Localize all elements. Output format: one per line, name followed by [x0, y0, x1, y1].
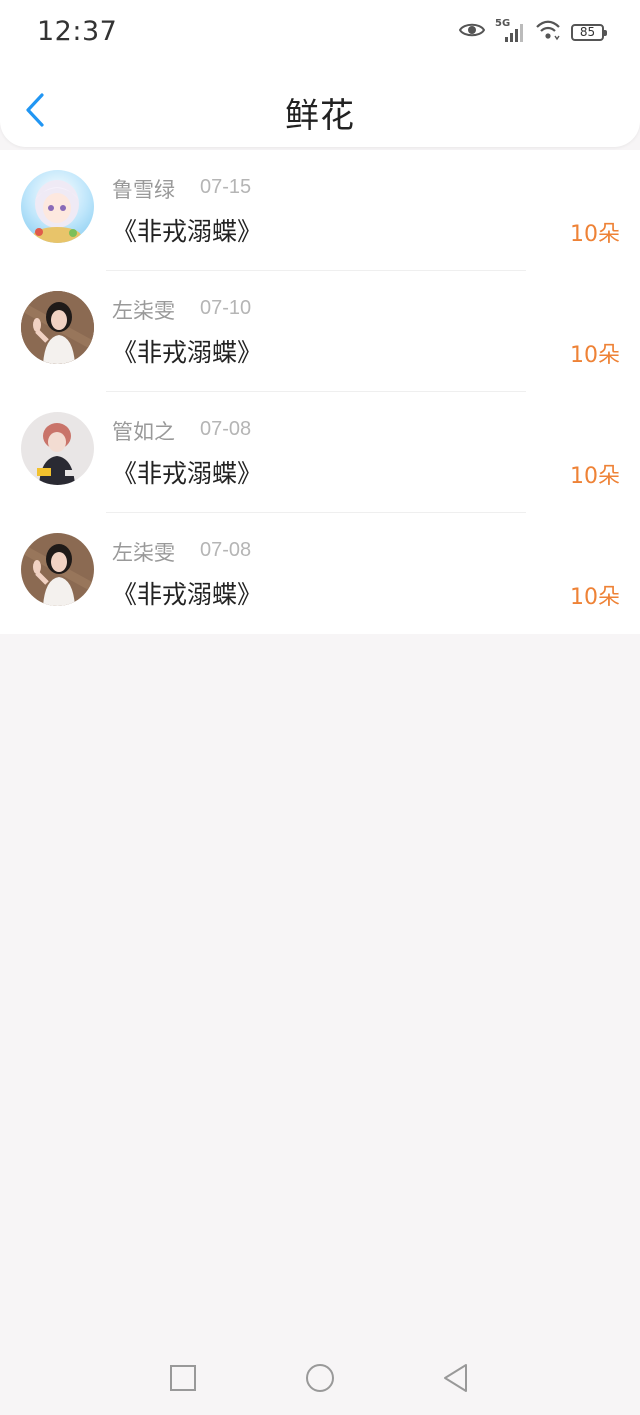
status-time: 12:37	[37, 16, 118, 47]
home-button[interactable]	[305, 1363, 335, 1397]
recents-square-icon	[169, 1364, 197, 1396]
send-date: 07-08	[200, 418, 252, 440]
flower-amount: 10朵	[570, 585, 620, 610]
flower-amount: 10朵	[570, 222, 620, 247]
signal-icon: 5G	[495, 18, 525, 44]
anime-girl-avatar[interactable]	[21, 170, 94, 243]
list-item[interactable]: 管如之 07-08 《非戎溺蝶》 10朵	[0, 392, 640, 513]
send-date: 07-15	[200, 176, 252, 198]
flower-amount: 10朵	[570, 343, 620, 368]
sender-name: 左柒雯	[112, 541, 175, 565]
send-date: 07-08	[200, 539, 252, 561]
status-icons: 5G 85	[458, 18, 607, 46]
book-title: 《非戎溺蝶》	[112, 580, 263, 609]
girl-photo-avatar[interactable]	[21, 533, 94, 606]
sender-name: 鲁雪绿	[112, 178, 175, 202]
list-item[interactable]: 左柒雯 07-08 《非戎溺蝶》 10朵	[0, 513, 640, 634]
page-title: 鲜花	[285, 96, 355, 136]
book-title: 《非戎溺蝶》	[112, 459, 263, 488]
system-back-button[interactable]	[440, 1363, 470, 1397]
list-item[interactable]: 左柒雯 07-10 《非戎溺蝶》 10朵	[0, 271, 640, 392]
send-date: 07-10	[200, 297, 252, 319]
book-title: 《非戎溺蝶》	[112, 338, 263, 367]
sender-name: 左柒雯	[112, 299, 175, 323]
app-header: 12:37 5G 85 鲜花	[0, 0, 640, 147]
recents-button[interactable]	[168, 1365, 198, 1395]
system-nav-bar	[0, 1345, 640, 1415]
person-photo-avatar[interactable]	[21, 412, 94, 485]
home-circle-icon	[305, 1363, 335, 1397]
sender-name: 管如之	[112, 420, 175, 444]
flower-record-list: 鲁雪绿 07-15 《非戎溺蝶》 10朵 左柒雯 07-10 《非戎溺蝶》 10…	[0, 150, 640, 634]
girl-photo-avatar[interactable]	[21, 291, 94, 364]
flower-amount: 10朵	[570, 464, 620, 489]
back-triangle-icon	[441, 1363, 469, 1397]
battery-icon: 85	[571, 23, 607, 41]
list-item[interactable]: 鲁雪绿 07-15 《非戎溺蝶》 10朵	[0, 150, 640, 271]
book-title: 《非戎溺蝶》	[112, 217, 263, 246]
wifi-icon	[535, 19, 561, 45]
eye-icon	[458, 21, 486, 43]
